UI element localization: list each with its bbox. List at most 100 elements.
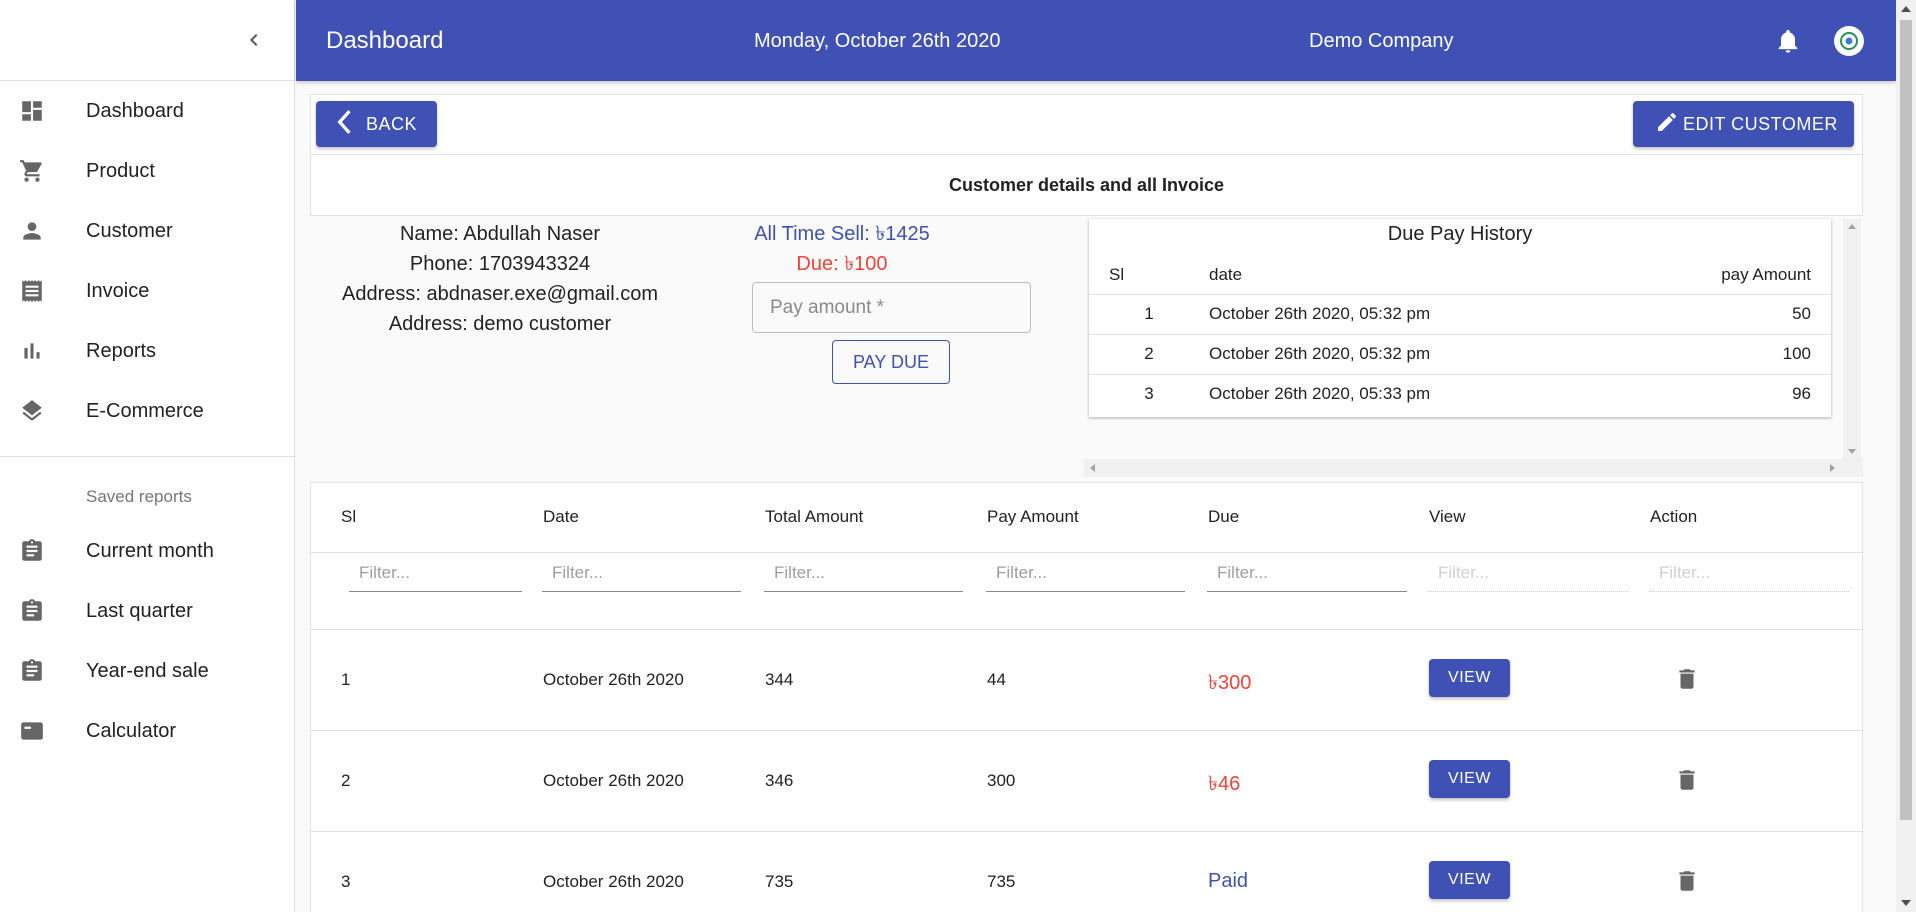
cell-total: 344 <box>765 670 794 689</box>
table-row: 1 October 26th 2020 344 44 ৳300 VIEW <box>311 630 1862 731</box>
trash-icon[interactable] <box>1674 868 1700 894</box>
column-header-total[interactable]: Total Amount <box>765 507 863 527</box>
sidebar: Dashboard Product Customer Invoice Repor… <box>0 0 295 912</box>
back-button-label: BACK <box>366 113 418 134</box>
company-name: Demo Company <box>1309 30 1454 52</box>
layers-icon <box>16 395 48 427</box>
scrollbar-thumb[interactable] <box>1900 20 1912 820</box>
cell-due: Paid <box>1208 870 1249 892</box>
cell-amount: 96 <box>1639 373 1831 414</box>
filter-pay-input[interactable] <box>986 554 1185 592</box>
history-horizontal-scrollbar[interactable] <box>1084 459 1863 477</box>
cell-amount: 100 <box>1639 333 1831 374</box>
scroll-left-arrow-icon[interactable] <box>1090 464 1095 472</box>
cart-icon <box>16 155 48 187</box>
history-vertical-scrollbar[interactable] <box>1843 219 1861 459</box>
edit-customer-label: EDIT CUSTOMER <box>1683 113 1838 134</box>
cell-date: October 26th 2020 <box>543 771 684 790</box>
customer-name: Name: Abdullah Naser <box>399 223 601 245</box>
sidebar-item-year-end-sale[interactable]: Year-end sale <box>0 641 294 701</box>
chevron-left-icon[interactable] <box>242 28 266 52</box>
customer-address: Address: demo customer <box>388 313 612 335</box>
column-header-sl[interactable]: Sl <box>341 507 356 527</box>
filter-total-input[interactable] <box>764 554 963 592</box>
avatar-logo-icon <box>1840 32 1858 50</box>
cell-sl: 3 <box>341 872 351 891</box>
trash-icon[interactable] <box>1674 767 1700 793</box>
cell-date: October 26th 2020, 05:32 pm <box>1209 333 1639 374</box>
sidebar-item-label: Customer <box>86 219 173 242</box>
column-header: Sl <box>1109 264 1125 284</box>
filter-due-input[interactable] <box>1207 554 1407 592</box>
trash-icon[interactable] <box>1674 666 1700 692</box>
page-scrollbar[interactable] <box>1896 0 1916 912</box>
column-header-date[interactable]: Date <box>543 507 579 527</box>
sidebar-item-label: Year-end sale <box>86 659 209 682</box>
avatar[interactable] <box>1834 26 1864 56</box>
sidebar-item-last-quarter[interactable]: Last quarter <box>0 581 294 641</box>
scroll-up-arrow-icon[interactable] <box>1848 224 1856 229</box>
sidebar-item-dashboard[interactable]: Dashboard <box>0 81 294 141</box>
filter-sl-input[interactable] <box>349 554 522 592</box>
sidebar-item-ecommerce[interactable]: E-Commerce <box>0 381 294 441</box>
table-row: 1 October 26th 2020, 05:32 pm 50 <box>1089 293 1831 334</box>
sidebar-header <box>0 0 294 81</box>
pay-amount-input[interactable] <box>752 282 1031 333</box>
filter-view-input <box>1428 554 1628 592</box>
cell-sl: 1 <box>341 670 351 689</box>
bell-icon[interactable] <box>1774 27 1802 55</box>
cell-amount: 50 <box>1639 293 1831 334</box>
sidebar-item-invoice[interactable]: Invoice <box>0 261 294 321</box>
sidebar-item-current-month[interactable]: Current month <box>0 521 294 581</box>
bar-chart-icon <box>16 335 48 367</box>
view-button[interactable]: VIEW <box>1429 861 1510 899</box>
scroll-up-arrow-icon[interactable] <box>1901 6 1911 12</box>
table-row: 2 October 26th 2020, 05:32 pm 100 <box>1089 333 1831 374</box>
header-date: Monday, October 26th 2020 <box>754 30 1001 52</box>
filter-date-input[interactable] <box>542 554 741 592</box>
receipt-icon <box>16 275 48 307</box>
due-pay-history-card: Due Pay History Sl date pay Amount 1 Oct… <box>1089 219 1831 417</box>
assignment-icon <box>16 655 48 687</box>
sidebar-item-label: E-Commerce <box>86 399 204 422</box>
sidebar-item-label: Current month <box>86 539 214 562</box>
cell-due: ৳300 <box>1208 672 1252 694</box>
view-button[interactable]: VIEW <box>1429 760 1510 798</box>
sidebar-item-product[interactable]: Product <box>0 141 294 201</box>
sidebar-item-label: Invoice <box>86 279 150 302</box>
filter-action-input <box>1649 554 1849 592</box>
scroll-down-arrow-icon[interactable] <box>1848 449 1856 454</box>
cell-date: October 26th 2020, 05:33 pm <box>1209 373 1639 414</box>
sidebar-item-calculator[interactable]: Calculator <box>0 701 294 761</box>
nav-list: Dashboard Product Customer Invoice Repor… <box>0 81 294 441</box>
customer-email: Address: abdnaser.exe@gmail.com <box>341 283 658 305</box>
cell-pay: 300 <box>987 771 1016 790</box>
cell-due: ৳46 <box>1208 773 1241 795</box>
scroll-right-arrow-icon[interactable] <box>1830 464 1835 472</box>
dashboard-icon <box>16 95 48 127</box>
column-header: pay Amount <box>1721 264 1811 284</box>
assignment-icon <box>16 535 48 567</box>
calculator-icon <box>16 715 48 747</box>
edit-customer-button[interactable]: EDIT CUSTOMER <box>1633 101 1854 147</box>
sidebar-item-label: Dashboard <box>86 99 184 122</box>
sidebar-item-customer[interactable]: Customer <box>0 201 294 261</box>
view-button[interactable]: VIEW <box>1429 659 1510 697</box>
person-icon <box>16 215 48 247</box>
due-pay-history: Due Pay History Sl date pay Amount 1 Oct… <box>1084 219 1863 477</box>
sidebar-item-reports[interactable]: Reports <box>0 321 294 381</box>
pay-due-button[interactable]: PAY DUE <box>832 340 950 384</box>
assignment-icon <box>16 595 48 627</box>
column-header-due[interactable]: Due <box>1208 507 1239 527</box>
page-title: Dashboard <box>326 27 444 54</box>
sidebar-item-label: Reports <box>86 339 157 362</box>
cell-date: October 26th 2020 <box>543 670 684 689</box>
due-pay-history-table: Sl date pay Amount 1 October 26th 2020, … <box>1089 256 1831 414</box>
column-header-action: Action <box>1650 507 1698 526</box>
cell-pay: 735 <box>987 872 1016 891</box>
column-header-pay[interactable]: Pay Amount <box>987 507 1079 527</box>
chevron-left-icon <box>334 109 354 140</box>
sidebar-item-label: Last quarter <box>86 599 193 622</box>
scroll-down-arrow-icon[interactable] <box>1901 900 1911 906</box>
back-button[interactable]: BACK <box>316 101 437 147</box>
